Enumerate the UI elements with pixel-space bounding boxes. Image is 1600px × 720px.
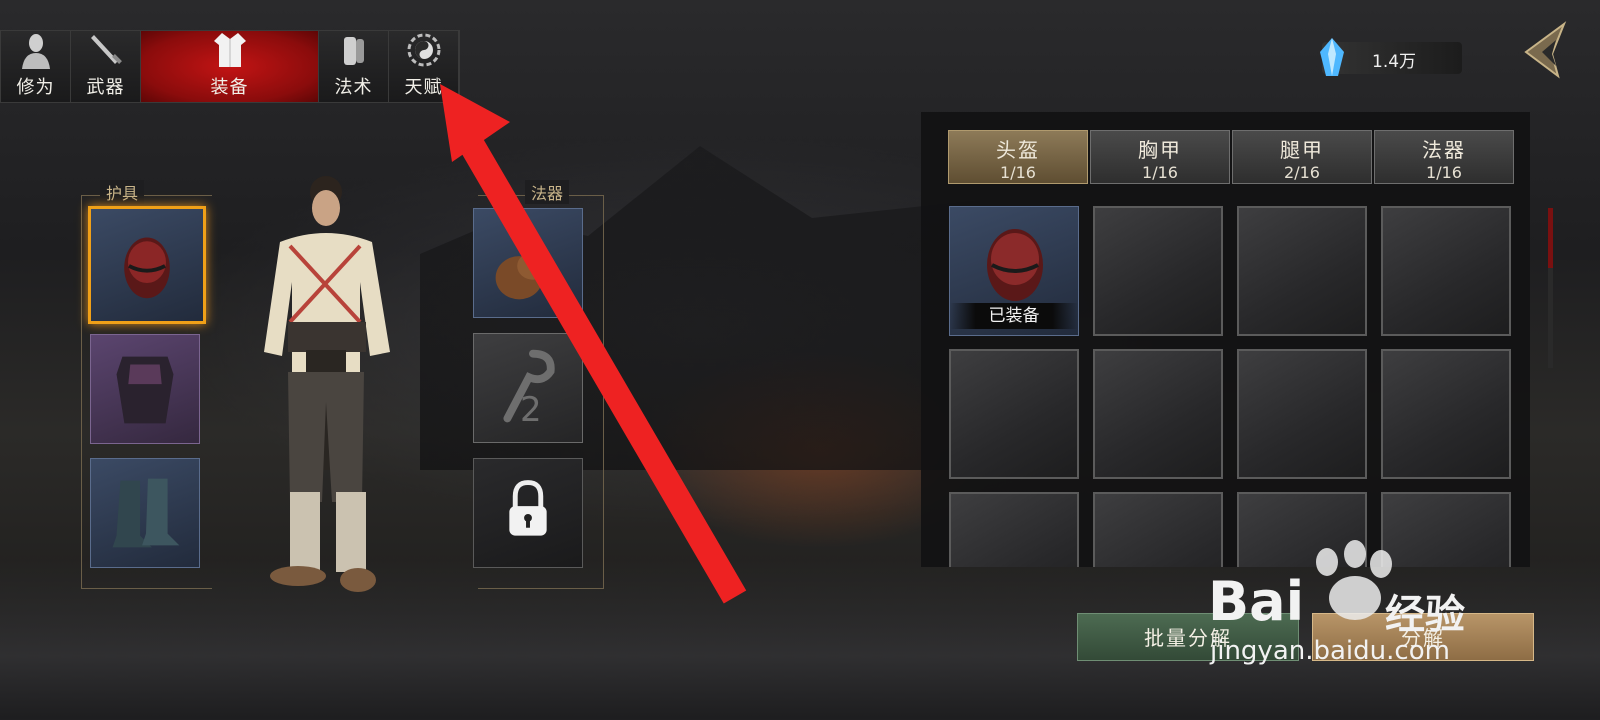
chest-armor-icon [116,356,174,424]
inventory-slot[interactable] [1093,349,1223,479]
inventory-slot[interactable] [1093,492,1223,567]
robe-icon [213,33,246,67]
equipped-label: 已装备 [950,303,1078,329]
watermark-jingyan: 经验 [1385,592,1465,638]
crystal-icon [1320,38,1344,76]
category-count: 1/16 [1142,163,1178,182]
tab-label: 修为 [16,77,55,98]
inventory-slot[interactable] [1237,206,1367,336]
watermark-brand: Bai [1208,570,1305,633]
armor-title: 护具 [100,180,145,204]
inventory-scrollbar[interactable] [1548,208,1553,368]
category-count: 2/16 [1284,163,1320,182]
boots-icon [112,478,180,548]
inventory-slot[interactable] [949,492,1079,567]
inventory-slot[interactable] [949,349,1079,479]
tab-label: 装备 [210,77,249,98]
inventory-slot[interactable] [1093,206,1223,336]
inventory-slot[interactable] [1381,349,1511,479]
top-tab-bar: 修为 武器 装备 法术 天赋 [0,30,460,103]
tab-label: 法术 [334,77,373,98]
character-model [264,176,390,592]
category-name: 腿甲 [1280,138,1324,162]
tab-equipment[interactable]: 装备 [141,31,319,102]
helmet-slot[interactable] [88,206,206,324]
tab-weapon[interactable]: 武器 [71,31,141,102]
boots-slot[interactable] [90,458,200,568]
sword-icon [90,35,122,64]
watermark-url: jingyan.baidu.com [1210,636,1450,666]
category-tab-artifact[interactable]: 法器 1/16 [1374,130,1514,184]
inventory-slot[interactable] [1381,206,1511,336]
person-icon [21,34,50,69]
bagua-icon [407,33,440,67]
category-count: 1/16 [1000,163,1036,182]
back-icon[interactable] [1512,18,1570,82]
tab-spell[interactable]: 法术 [319,31,389,102]
red-arrow-annotation [440,84,747,604]
inventory-slot[interactable] [1237,349,1367,479]
tab-label: 武器 [86,77,125,98]
tab-cultivation[interactable]: 修为 [1,31,71,102]
currency-value: 1.4万 [1372,52,1417,72]
category-name: 头盔 [996,138,1040,162]
category-tab-chest[interactable]: 胸甲 1/16 [1090,130,1230,184]
chest-slot[interactable] [90,334,200,444]
category-name: 法器 [1422,138,1466,162]
inventory-slot-equipped[interactable]: 已装备 [949,206,1079,336]
category-count: 1/16 [1426,163,1462,182]
scroll-thumb[interactable] [1548,208,1553,268]
currency-display: 1.4万 [1320,38,1462,76]
inventory-grid: 已装备 [946,205,1526,567]
scroll-icon [343,37,364,65]
helmet-icon [124,237,170,299]
category-tab-legs[interactable]: 腿甲 2/16 [1232,130,1372,184]
category-name: 胸甲 [1138,138,1182,162]
category-tab-helmet[interactable]: 头盔 1/16 [948,130,1088,184]
